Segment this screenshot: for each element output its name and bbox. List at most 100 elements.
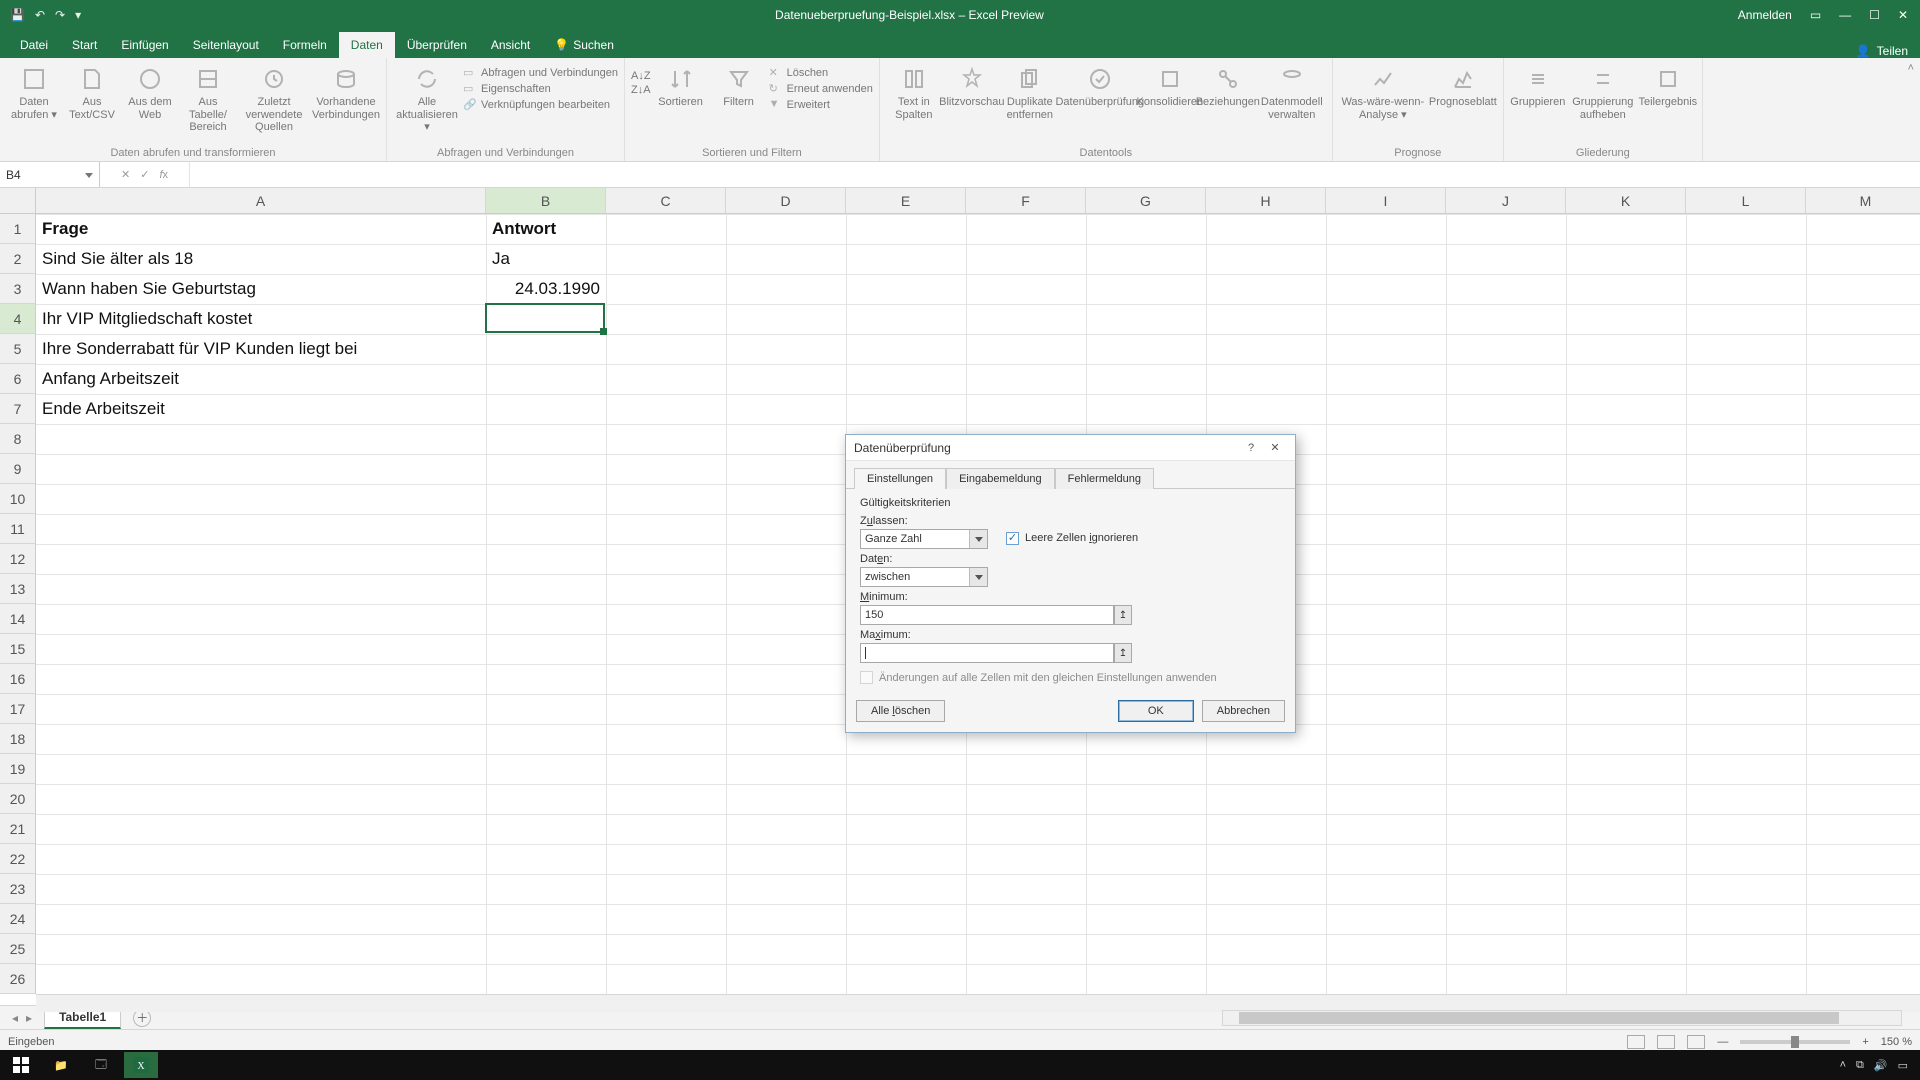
refresh-all-button[interactable]: Alle aktualisieren ▾ [393,62,461,138]
remove-duplicates-button[interactable]: Duplikate entfernen [1002,62,1058,125]
row-header-18[interactable]: 18 [0,724,35,754]
sheet-nav-next-icon[interactable]: ▸ [26,1011,32,1025]
data-dropdown[interactable]: zwischen [860,567,988,587]
cell-A5[interactable]: Ihre Sonderrabatt für VIP Kunden liegt b… [36,334,486,364]
column-header-B[interactable]: B [486,188,606,213]
from-web-button[interactable]: Aus dem Web [122,62,178,125]
column-header-K[interactable]: K [1566,188,1686,213]
tab-formulas[interactable]: Formeln [271,32,339,58]
row-header-20[interactable]: 20 [0,784,35,814]
from-table-button[interactable]: Aus Tabelle/ Bereich [180,62,236,138]
row-header-2[interactable]: 2 [0,244,35,274]
dialog-tab-erroralert[interactable]: Fehlermeldung [1055,468,1154,489]
cell-B2[interactable]: Ja [486,244,606,274]
row-header-13[interactable]: 13 [0,574,35,604]
column-header-F[interactable]: F [966,188,1086,213]
tab-layout[interactable]: Seitenlayout [181,32,271,58]
minimize-icon[interactable]: — [1839,8,1851,22]
sort-button[interactable]: Sortieren [653,62,709,113]
cancel-formula-icon[interactable]: ✕ [121,168,130,181]
row-header-3[interactable]: 3 [0,274,35,304]
account-icon[interactable]: 👤 [1856,44,1871,58]
signin-link[interactable]: Anmelden [1738,8,1792,22]
formula-bar[interactable] [190,162,1920,187]
dialog-tab-settings[interactable]: Einstellungen [854,468,946,489]
file-explorer-button[interactable]: 📁 [44,1052,78,1078]
cell-B3[interactable]: 24.03.1990 [486,274,606,304]
row-header-19[interactable]: 19 [0,754,35,784]
qat-customize-icon[interactable]: ▾ [75,8,81,22]
fill-handle[interactable] [600,328,607,335]
get-data-button[interactable]: Daten abrufen ▾ [6,62,62,125]
row-header-26[interactable]: 26 [0,964,35,994]
column-header-D[interactable]: D [726,188,846,213]
sheet-nav-prev-icon[interactable]: ◂ [12,1011,18,1025]
zoom-out-button[interactable]: — [1717,1036,1728,1048]
view-pagelayout-button[interactable] [1657,1035,1675,1049]
maximize-icon[interactable]: ☐ [1869,8,1880,22]
dialog-tab-inputmsg[interactable]: Eingabemeldung [946,468,1055,489]
sort-az-button[interactable]: A↓Z [631,70,651,82]
tab-home[interactable]: Start [60,32,109,58]
clear-filter-button[interactable]: ✕Löschen [769,66,873,80]
enter-formula-icon[interactable]: ✓ [140,168,149,181]
row-header-15[interactable]: 15 [0,634,35,664]
dialog-close-button[interactable]: ✕ [1263,441,1287,454]
ok-button[interactable]: OK [1118,700,1194,722]
column-header-A[interactable]: A [36,188,486,213]
column-header-I[interactable]: I [1326,188,1446,213]
cell-A4[interactable]: Ihr VIP Mitgliedschaft kostet [36,304,486,334]
undo-icon[interactable]: ↶ [35,8,45,22]
tray-lang-icon[interactable]: ▭ [1898,1059,1908,1072]
ungroup-button[interactable]: Gruppierung aufheben [1568,62,1638,125]
column-header-E[interactable]: E [846,188,966,213]
cell-A7[interactable]: Ende Arbeitszeit [36,394,486,424]
row-header-11[interactable]: 11 [0,514,35,544]
reapply-button[interactable]: ↻Erneut anwenden [769,82,873,96]
tray-chevron-icon[interactable]: ˄ [1840,1059,1846,1071]
consolidate-button[interactable]: Konsolidieren [1142,62,1198,113]
tray-network-icon[interactable]: ⧉ [1856,1059,1864,1072]
fx-icon[interactable]: fx [159,169,168,181]
task-app-1[interactable]: 🗔 [84,1052,118,1078]
row-header-24[interactable]: 24 [0,904,35,934]
cell-A6[interactable]: Anfang Arbeitszeit [36,364,486,394]
column-header-C[interactable]: C [606,188,726,213]
edit-links-button[interactable]: 🔗Verknüpfungen bearbeiten [463,98,618,112]
row-header-14[interactable]: 14 [0,604,35,634]
row-header-7[interactable]: 7 [0,394,35,424]
tab-data[interactable]: Daten [339,32,395,58]
min-input[interactable]: 150 [860,605,1114,625]
zoom-slider[interactable] [1740,1040,1850,1044]
view-pagebreak-button[interactable] [1687,1035,1705,1049]
whatif-button[interactable]: Was-wäre-wenn-Analyse ▾ [1339,62,1427,125]
sort-za-button[interactable]: Z↓A [631,84,651,96]
forecast-sheet-button[interactable]: Prognoseblatt [1429,62,1497,113]
subtotal-button[interactable]: Teilergebnis [1640,62,1696,113]
advanced-filter-button[interactable]: ▼Erweitert [769,98,873,112]
zoom-in-button[interactable]: + [1862,1036,1868,1048]
relationships-button[interactable]: Beziehungen [1200,62,1256,113]
flash-fill-button[interactable]: Blitzvorschau [944,62,1000,113]
properties-button[interactable]: ▭Eigenschaften [463,82,618,96]
cell-A3[interactable]: Wann haben Sie Geburtstag [36,274,486,304]
data-validation-button[interactable]: Datenüberprüfung [1060,62,1140,113]
text-to-columns-button[interactable]: Text in Spalten [886,62,942,125]
column-header-J[interactable]: J [1446,188,1566,213]
column-header-H[interactable]: H [1206,188,1326,213]
queries-conn-button[interactable]: ▭Abfragen und Verbindungen [463,66,618,80]
row-header-6[interactable]: 6 [0,364,35,394]
row-header-1[interactable]: 1 [0,214,35,244]
cancel-button[interactable]: Abbrechen [1202,700,1285,722]
row-header-25[interactable]: 25 [0,934,35,964]
row-header-16[interactable]: 16 [0,664,35,694]
cell-A2[interactable]: Sind Sie älter als 18 [36,244,486,274]
row-headers[interactable]: 1234567891011121314151617181920212223242… [0,214,36,994]
ignore-blank-checkbox[interactable]: ✓ Leere Zellen ignorieren [1006,532,1138,545]
row-header-21[interactable]: 21 [0,814,35,844]
group-button[interactable]: Gruppieren [1510,62,1566,113]
collapse-ribbon-icon[interactable]: ˄ [1902,58,1920,161]
min-ref-button[interactable]: ↥ [1114,605,1132,625]
row-header-8[interactable]: 8 [0,424,35,454]
select-all-corner[interactable] [0,188,36,214]
